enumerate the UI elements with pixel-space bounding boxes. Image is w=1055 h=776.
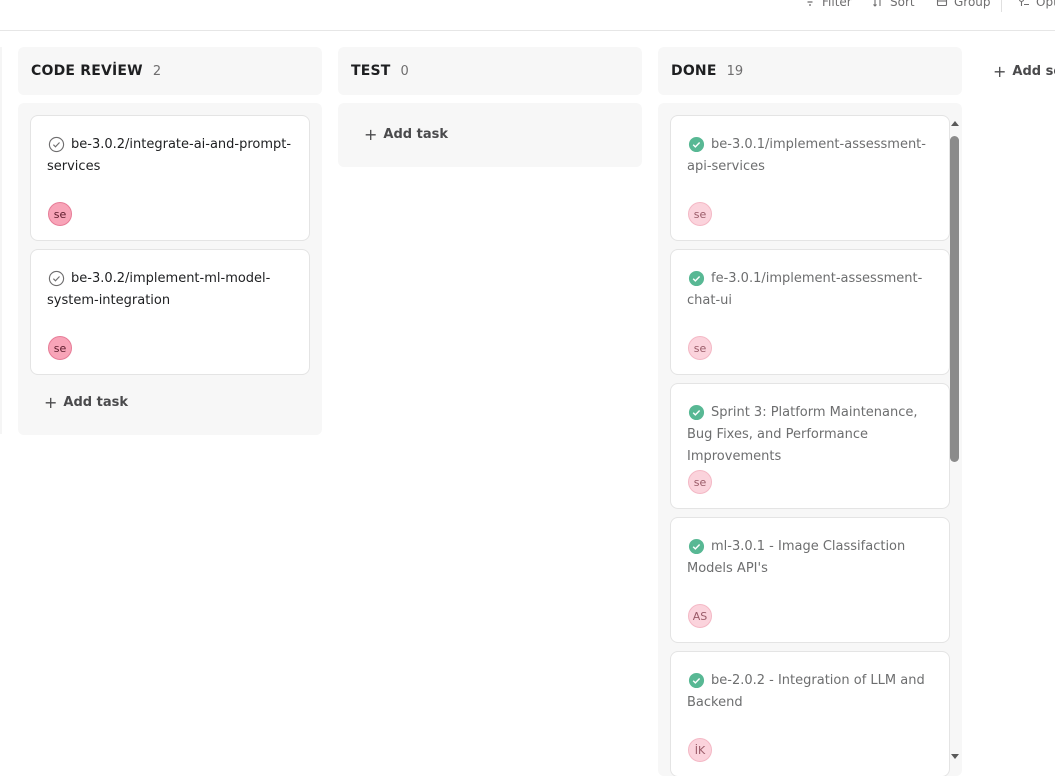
filter-icon [807, 1, 813, 6]
avatar[interactable]: se [48, 336, 72, 360]
toolbar-divider [1001, 0, 1002, 12]
scrollbar-thumb[interactable] [950, 136, 959, 462]
filter-label: Filter [822, 0, 852, 9]
previous-column-edge [0, 47, 2, 434]
task-card[interactable]: ml-3.0.1 - Image Classifaction Models AP… [670, 517, 950, 643]
task-title: be-3.0.2/implement-ml-model-system-integ… [47, 271, 271, 308]
column-body: be-3.0.2/integrate-ai-and-prompt-service… [18, 103, 322, 435]
task-card[interactable]: be-3.0.2/implement-ml-model-system-integ… [30, 249, 310, 375]
task-card[interactable]: be-2.0.2 - Integration of LLM and Backen… [670, 651, 950, 776]
avatar[interactable]: se [688, 202, 712, 226]
group-button[interactable]: Group [936, 0, 991, 10]
options-label: Options [1036, 0, 1055, 9]
group-label: Group [954, 0, 991, 9]
task-card[interactable]: be-3.0.1/implement-assessment-api-servic… [670, 115, 950, 241]
add-section-label: Add section [1012, 64, 1055, 79]
column-header[interactable]: TEST 0 [338, 47, 642, 95]
avatar[interactable]: se [688, 470, 712, 494]
task-title: ml-3.0.1 - Image Classifaction Models AP… [687, 539, 906, 576]
task-title: be-2.0.2 - Integration of LLM and Backen… [687, 673, 925, 710]
add-task-button[interactable]: + Add task [364, 125, 448, 144]
options-icon [1019, 0, 1029, 6]
options-button[interactable]: Options [1018, 0, 1055, 10]
task-card[interactable]: be-3.0.2/integrate-ai-and-prompt-service… [30, 115, 310, 241]
task-title: be-3.0.1/implement-assessment-api-servic… [687, 137, 926, 174]
add-section-button[interactable]: + Add section [993, 62, 1055, 81]
scroll-up-arrow-icon[interactable] [949, 118, 961, 130]
column-title: CODE REVİEW [31, 63, 143, 79]
sort-icon [873, 0, 881, 7]
sort-label: Sort [890, 0, 915, 9]
column-title: DONE [671, 63, 717, 79]
add-task-button[interactable]: + Add task [44, 393, 128, 412]
filter-button[interactable]: Filter [804, 0, 852, 10]
column-title: TEST [351, 63, 391, 79]
avatar[interactable]: se [48, 202, 72, 226]
plus-icon: + [993, 62, 1007, 81]
task-title: be-3.0.2/integrate-ai-and-prompt-service… [47, 137, 292, 174]
task-title: Sprint 3: Platform Maintenance, Bug Fixe… [687, 405, 918, 464]
avatar[interactable]: se [688, 336, 712, 360]
column-count: 19 [726, 63, 744, 79]
task-title: fe-3.0.1/implement-assessment-chat-ui [687, 271, 923, 308]
avatar[interactable]: AS [688, 604, 712, 628]
scroll-down-arrow-icon[interactable] [949, 750, 961, 762]
plus-icon: + [44, 393, 58, 412]
group-icon [936, 0, 948, 7]
column-body: + Add task [338, 103, 642, 167]
add-task-label: Add task [63, 395, 128, 410]
board-toolbar: Filter Sort Group Options [0, 0, 1055, 31]
column-body[interactable]: be-3.0.1/implement-assessment-api-servic… [658, 103, 962, 776]
plus-icon: + [364, 125, 378, 144]
column-count: 2 [152, 63, 162, 79]
column-count: 0 [400, 63, 409, 79]
task-card[interactable]: fe-3.0.1/implement-assessment-chat-ui se [670, 249, 950, 375]
add-task-label: Add task [383, 127, 448, 142]
avatar[interactable]: İK [688, 738, 712, 762]
sort-button[interactable]: Sort [872, 0, 915, 10]
column-header[interactable]: CODE REVİEW 2 [18, 47, 322, 95]
task-card[interactable]: Sprint 3: Platform Maintenance, Bug Fixe… [670, 383, 950, 509]
column-header[interactable]: DONE 19 [658, 47, 962, 95]
